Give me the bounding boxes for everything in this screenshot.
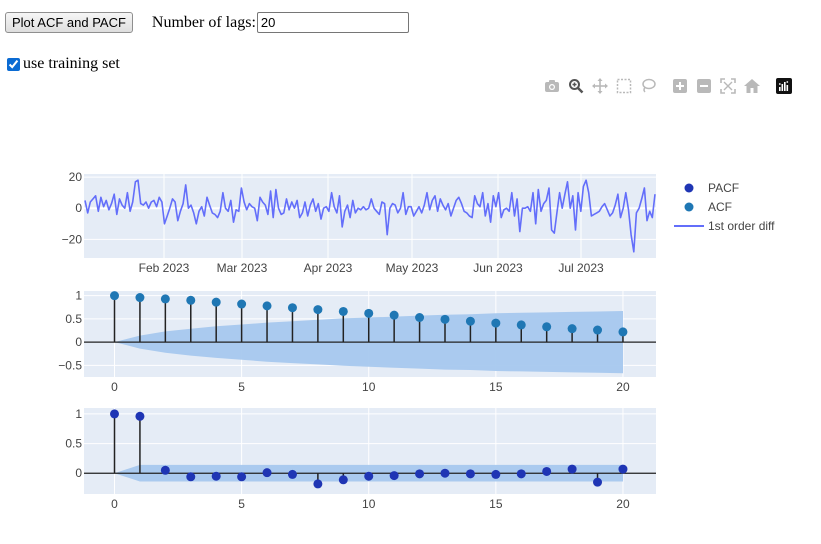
plot-area: [84, 174, 656, 258]
y-tick-label: 0: [75, 201, 82, 215]
data-point: [567, 464, 577, 474]
data-point: [516, 320, 526, 330]
data-point: [287, 469, 297, 479]
legend-acf-marker: [684, 202, 694, 212]
data-point: [338, 475, 348, 485]
data-point: [364, 308, 374, 318]
y-tick-label: −0.5: [58, 358, 82, 372]
data-point: [465, 469, 475, 479]
data-point: [364, 471, 374, 481]
data-point: [211, 471, 221, 481]
data-point: [593, 477, 603, 487]
data-point: [160, 465, 170, 475]
y-tick-label: 0.5: [65, 312, 82, 326]
acf-panel[interactable]: 0 5 10 15 20 1 0.5 0 −0.5: [58, 289, 656, 394]
data-point: [186, 472, 196, 482]
data-point: [262, 468, 272, 478]
data-point: [593, 325, 603, 335]
data-point: [567, 324, 577, 334]
data-point: [186, 295, 196, 305]
data-point: [491, 318, 501, 328]
data-point: [135, 293, 145, 303]
data-point: [465, 316, 475, 326]
y-tick-label: 1: [75, 289, 82, 303]
x-tick-label: Jun 2023: [473, 261, 523, 275]
data-point: [542, 322, 552, 332]
x-tick-label: Jul 2023: [558, 261, 604, 275]
x-tick-label: May 2023: [386, 261, 439, 275]
x-tick-label: 20: [616, 380, 630, 394]
x-tick-label: 15: [489, 497, 503, 511]
x-tick-label: 10: [362, 380, 376, 394]
x-tick-label: 0: [111, 380, 118, 394]
data-point: [287, 303, 297, 313]
data-point: [160, 294, 170, 304]
data-point: [135, 411, 145, 421]
x-tick-label: Apr 2023: [304, 261, 353, 275]
x-tick-label: Mar 2023: [217, 261, 268, 275]
data-point: [313, 305, 323, 315]
y-tick-label: −20: [62, 232, 83, 246]
y-tick-label: 1: [75, 407, 82, 421]
data-point: [542, 466, 552, 476]
data-point: [415, 312, 425, 322]
data-point: [211, 297, 221, 307]
data-point: [389, 471, 399, 481]
data-point: [313, 479, 323, 489]
data-point: [618, 327, 628, 337]
charts-canvas: 20 0 −20 Feb 2023 Mar 2023 Apr 2023 May 2023 Ju…: [58, 170, 775, 511]
y-tick-label: 0.5: [65, 437, 82, 451]
data-point: [440, 314, 450, 324]
y-tick-label: 0: [75, 335, 82, 349]
data-point: [338, 306, 348, 316]
x-tick-label: 10: [362, 497, 376, 511]
data-point: [440, 468, 450, 478]
legend-acf-label: ACF: [708, 200, 732, 214]
data-point: [516, 469, 526, 479]
data-point: [415, 469, 425, 479]
x-tick-label: 5: [238, 497, 245, 511]
data-point: [237, 299, 247, 309]
y-tick-label: 20: [69, 170, 83, 184]
x-tick-label: 0: [111, 497, 118, 511]
data-point: [110, 409, 120, 419]
x-tick-label: 20: [616, 497, 630, 511]
legend-pacf-marker: [684, 183, 694, 193]
x-tick-label: 5: [238, 380, 245, 394]
data-point: [389, 310, 399, 320]
data-point: [110, 291, 120, 301]
legend-pacf-label: PACF: [708, 181, 739, 195]
y-tick-label: 0: [75, 466, 82, 480]
data-point: [618, 464, 628, 474]
pacf-panel[interactable]: 0 5 10 15 20 1 0.5 0: [65, 407, 656, 511]
time-series-panel[interactable]: 20 0 −20 Feb 2023 Mar 2023 Apr 2023 May 2023 Ju…: [62, 170, 656, 275]
x-tick-label: 15: [489, 380, 503, 394]
legend-diff-label: 1st order diff: [708, 219, 775, 233]
legend: PACF ACF 1st order diff: [674, 181, 775, 233]
data-point: [237, 472, 247, 482]
data-point: [262, 301, 272, 311]
data-point: [491, 469, 501, 479]
x-tick-label: Feb 2023: [139, 261, 190, 275]
